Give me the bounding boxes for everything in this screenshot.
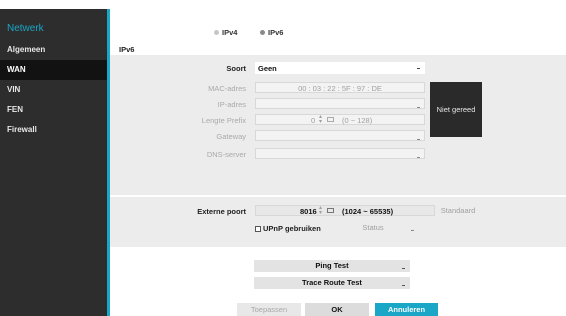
network-settings-window: Netwerk Algemeen WAN VIN FEN Firewall IP… <box>0 0 566 316</box>
sidebar-item-firewall[interactable]: Firewall <box>0 120 107 140</box>
sidebar: Netwerk Algemeen WAN VIN FEN Firewall <box>0 9 107 316</box>
checkbox-icon <box>255 225 261 232</box>
port-label: Externe poort <box>197 207 246 216</box>
radio-dot-icon <box>214 30 219 35</box>
top-bar <box>0 0 566 9</box>
mac-label: MAC-adres <box>208 84 246 93</box>
dropdown-caret-icon <box>411 229 414 231</box>
ping-test-button[interactable]: Ping Test <box>254 260 410 272</box>
prefix-range: (0 ~ 128) <box>342 116 373 125</box>
status-field[interactable]: Status <box>328 222 418 233</box>
ipv6-panel: Soort Geen MAC-adres 00 : 03 : 22 : 5F :… <box>110 55 566 195</box>
sidebar-title: Netwerk <box>7 23 44 34</box>
gateway-field[interactable] <box>255 130 425 141</box>
soort-label: Soort <box>226 64 246 73</box>
ipv4-label: IPv4 <box>222 28 238 37</box>
ip-field[interactable] <box>255 98 425 109</box>
gateway-label: Gateway <box>216 132 246 141</box>
soort-value: Geen <box>258 64 277 73</box>
dropdown-caret-icon <box>417 68 420 69</box>
ipv6-radio[interactable]: IPv6 <box>260 28 283 37</box>
stepper-icon[interactable]: ▴ ▾ <box>319 205 322 216</box>
dns-field[interactable] <box>255 148 425 159</box>
port-value[interactable]: 8016 <box>300 207 317 216</box>
keyboard-icon[interactable] <box>327 117 334 122</box>
sidebar-item-algemeen[interactable]: Algemeen <box>0 40 107 60</box>
upnp-label: UPnP gebruiken <box>263 224 321 233</box>
dropdown-caret-icon <box>402 268 405 269</box>
ping-test-label: Ping Test <box>315 261 349 270</box>
mac-value: 00 : 03 : 22 : 5F : 97 : DE <box>298 84 382 93</box>
dropdown-caret-icon <box>417 156 420 158</box>
mac-field: 00 : 03 : 22 : 5F : 97 : DE <box>255 82 425 93</box>
ip-label: IP-adres <box>217 100 246 109</box>
default-button[interactable]: Standaard <box>433 205 483 217</box>
port-row: 8016 ▴ ▾ (1024 ~ 65535) <box>255 205 435 216</box>
ipv4-radio[interactable]: IPv4 <box>214 28 237 37</box>
trace-route-button[interactable]: Trace Route Test <box>254 277 410 289</box>
status-text: Niet gereed <box>436 105 476 114</box>
stepper-icon[interactable]: ▴ ▾ <box>319 114 322 125</box>
dropdown-caret-icon <box>417 138 420 140</box>
keyboard-icon[interactable] <box>327 208 334 213</box>
dropdown-caret-icon <box>402 285 405 286</box>
status-box: Niet gereed <box>430 82 482 137</box>
ok-button[interactable]: OK <box>305 303 369 316</box>
dns-label: DNS-server <box>206 150 246 159</box>
soort-select[interactable]: Geen <box>255 62 425 74</box>
prefix-label: Lengte Prefix <box>201 116 246 125</box>
sidebar-item-wan[interactable]: WAN <box>0 60 107 80</box>
sidebar-item-vin[interactable]: VIN <box>0 80 107 100</box>
upnp-status-label: Status <box>362 223 384 232</box>
main-content: IPv4 IPv6 IPv6 Soort Geen MAC-adres 00 :… <box>110 9 566 316</box>
radio-dot-selected-icon <box>260 30 265 35</box>
trace-route-label: Trace Route Test <box>302 278 362 287</box>
upnp-checkbox[interactable]: UPnP gebruiken <box>255 224 321 233</box>
ipv6-label: IPv6 <box>268 28 284 37</box>
apply-button[interactable]: Toepassen <box>237 303 301 316</box>
port-panel: Externe poort 8016 ▴ ▾ (1024 ~ 65535) Sta… <box>110 197 566 247</box>
dropdown-caret-icon <box>417 106 420 108</box>
sidebar-item-fen[interactable]: FEN <box>0 100 107 120</box>
port-range: (1024 ~ 65535) <box>342 207 394 216</box>
section-title: IPv6 <box>119 45 135 54</box>
cancel-button[interactable]: Annuleren <box>375 303 438 316</box>
prefix-value[interactable]: 0 <box>311 116 315 125</box>
prefix-row: 0 ▴ ▾ (0 ~ 128) <box>255 114 425 125</box>
